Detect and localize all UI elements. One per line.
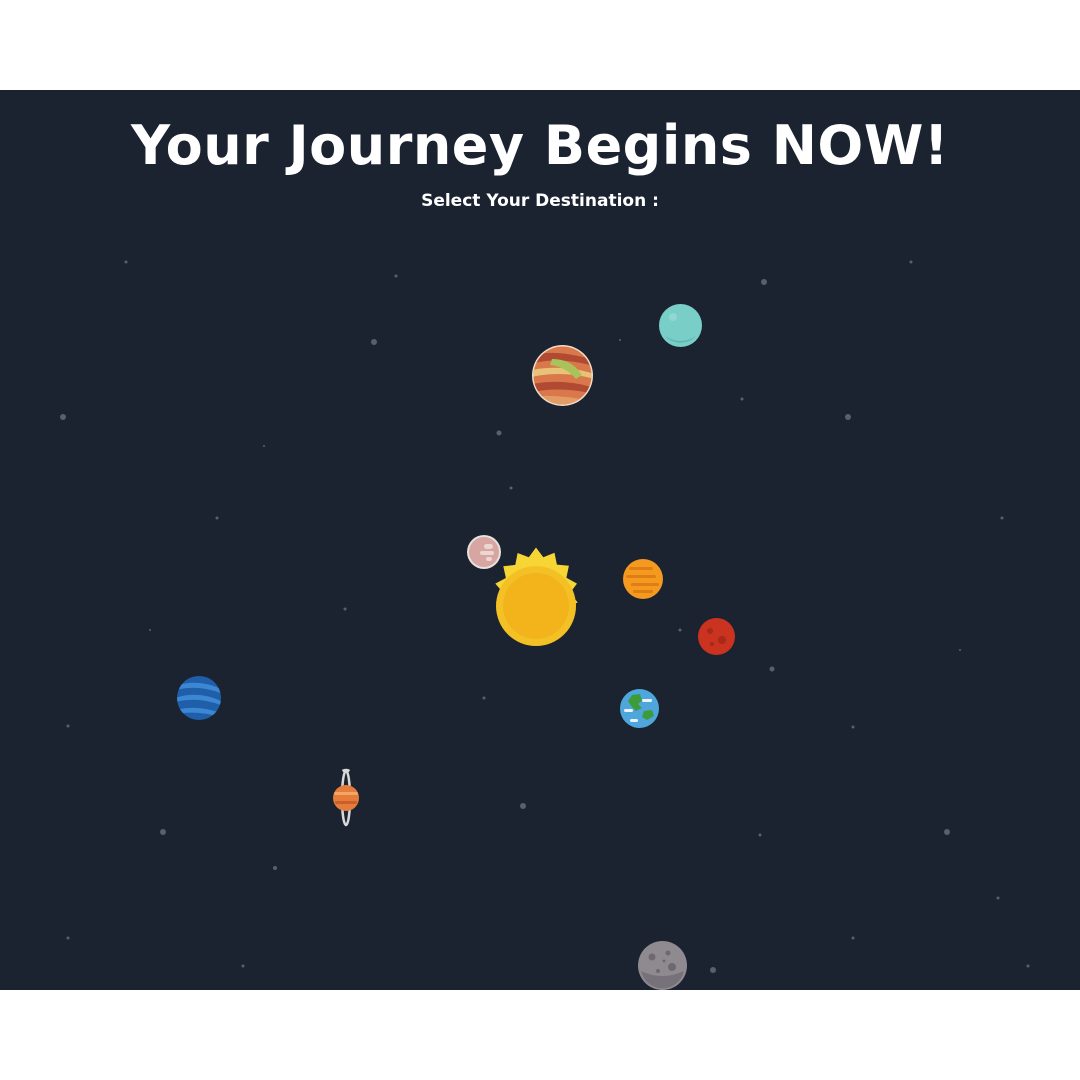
mars[interactable] — [698, 618, 735, 655]
moon[interactable] — [638, 941, 687, 990]
neptune-icon — [177, 676, 221, 720]
starfield — [60, 260, 1030, 973]
venus[interactable] — [623, 559, 663, 599]
space-background: Your Journey Begins NOW! Select Your Des… — [0, 90, 1080, 990]
mercury[interactable] — [466, 534, 502, 570]
venus-icon — [623, 559, 663, 599]
uranus[interactable] — [659, 304, 702, 347]
neptune[interactable] — [177, 676, 221, 720]
mercury-icon — [467, 535, 501, 569]
mars-icon — [698, 618, 735, 655]
earth-icon — [620, 689, 659, 728]
uranus-icon — [659, 304, 702, 347]
moon-icon — [638, 941, 687, 990]
jupiter[interactable] — [532, 345, 593, 406]
saturn-icon — [333, 768, 359, 827]
jupiter-icon — [532, 345, 593, 406]
saturn[interactable] — [328, 768, 364, 827]
earth[interactable] — [620, 689, 659, 728]
